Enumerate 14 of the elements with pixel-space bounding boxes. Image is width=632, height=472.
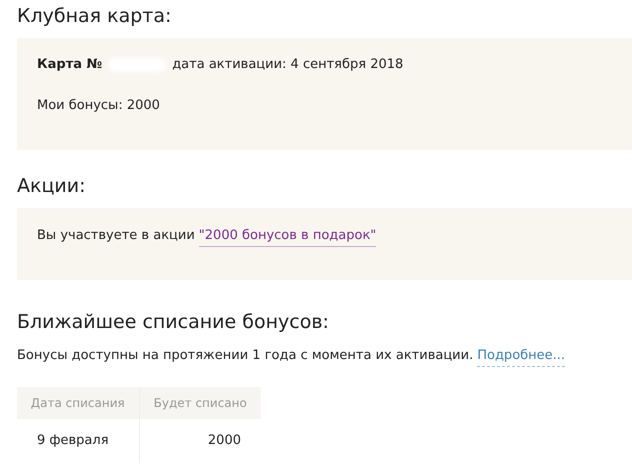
column-header: Дата списания bbox=[17, 386, 139, 418]
bonus-balance: Мои бонусы: 2000 bbox=[37, 96, 160, 114]
section-heading: Ближайшее списание бонусов: bbox=[17, 310, 330, 334]
section-heading: Клубная карта: bbox=[17, 4, 172, 28]
info-text: Бонусы доступны на протяжении 1 года с момента их активации. bbox=[17, 347, 474, 365]
promotion-link[interactable]: "2000 бонусов в подарок" bbox=[198, 226, 376, 246]
card-label: Карта № bbox=[37, 56, 102, 74]
table-cell: 9 февраля bbox=[17, 418, 139, 462]
more-link[interactable]: Подробнее... bbox=[477, 346, 566, 366]
promotion-text: Вы участвуете в акции bbox=[37, 227, 195, 245]
table-cell: 2000 bbox=[139, 418, 261, 462]
column-header: Будет списано bbox=[139, 386, 261, 418]
activation-date: дата активации: 4 сентября 2018 bbox=[172, 56, 404, 74]
section-heading: Акции: bbox=[17, 174, 87, 198]
